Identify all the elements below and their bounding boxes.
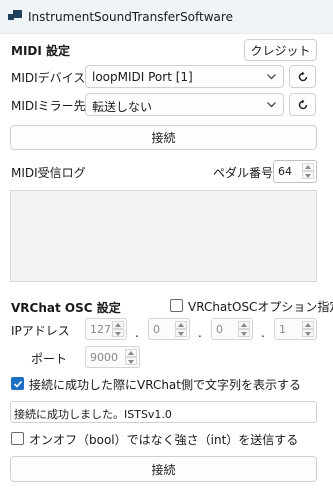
ip-octet-1-spinner[interactable] [112,321,124,337]
ip-octet-3-spinner[interactable] [238,321,250,337]
port-label: ポート [31,352,68,366]
stepper-up-button[interactable] [175,321,187,329]
osc-option-checkbox[interactable] [170,299,183,312]
osc-connect-button-label: 接続 [151,462,176,477]
midi-log-label: MIDI受信ログ [11,166,86,180]
title-bar: InstrumentSoundTransferSoftware [0,0,333,34]
midi-device-value: loopMIDI Port [1] [92,70,193,84]
ip-octet-4-stepper[interactable]: 1 [274,318,317,340]
osc-connect-button[interactable]: 接続 [10,456,317,482]
midi-settings-heading: MIDI 設定 [11,44,71,58]
ip-separator: . [198,326,202,340]
ip-octet-3-value: 0 [216,323,223,336]
stepper-up-button[interactable] [302,321,314,329]
pedal-number-stepper[interactable]: 64 [273,160,317,183]
stepper-down-button[interactable] [125,357,137,365]
ip-octet-2-spinner[interactable] [175,321,187,337]
osc-option-label: VRChatOSCオプション指定 [188,300,333,314]
show-text-label: 接続に成功した際にVRChat側で文字列を表示する [29,378,301,392]
show-text-checkbox[interactable] [11,377,24,390]
refresh-icon [298,99,308,110]
midi-connect-button[interactable]: 接続 [10,125,317,150]
checkmark-icon [13,380,23,388]
send-strength-checkbox[interactable] [11,432,24,445]
osc-settings-heading: VRChat OSC 設定 [11,301,121,315]
midi-connect-button-label: 接続 [151,131,176,145]
app-window-icon [8,10,22,24]
stepper-down-button[interactable] [112,329,124,337]
refresh-icon [298,71,308,82]
connect-message-value: 接続に成功しました。ISTSv1.0 [14,408,172,421]
ip-separator: . [135,326,139,340]
ip-octet-2-stepper[interactable]: 0 [148,318,190,340]
midi-mirror-select[interactable]: 転送しない [85,93,284,116]
pedal-number-value: 64 [278,165,292,178]
pedal-number-label: ペダル番号 [213,166,274,180]
pedal-number-spinner[interactable] [302,163,314,179]
port-stepper[interactable]: 9000 [85,346,140,368]
stepper-up-button[interactable] [238,321,250,329]
midi-log-area[interactable] [10,190,317,282]
midi-mirror-value: 転送しない [92,100,153,114]
credit-button-label: クレジット [250,43,311,58]
stepper-down-button[interactable] [302,329,314,337]
window-title: InstrumentSoundTransferSoftware [28,10,233,24]
send-strength-label: オンオフ（bool）ではなく強さ（int）を送信する [29,433,299,447]
ip-octet-4-spinner[interactable] [302,321,314,337]
connect-message-input[interactable]: 接続に成功しました。ISTSv1.0 [10,401,317,423]
ip-octet-1-stepper[interactable]: 127 [85,318,127,340]
stepper-up-button[interactable] [125,349,137,357]
credit-button[interactable]: クレジット [244,39,317,61]
midi-device-refresh-button[interactable] [289,65,316,88]
ip-octet-1-value: 127 [90,323,111,336]
midi-device-label: MIDIデバイス [11,71,86,85]
stepper-down-button[interactable] [175,329,187,337]
port-spinner[interactable] [125,349,137,365]
midi-mirror-refresh-button[interactable] [289,93,316,116]
stepper-up-button[interactable] [112,321,124,329]
ip-octet-2-value: 0 [153,323,160,336]
port-value: 9000 [90,351,118,364]
ip-address-label: IPアドレス [11,324,70,338]
stepper-up-button[interactable] [302,163,314,171]
ip-octet-4-value: 1 [279,323,286,336]
stepper-down-button[interactable] [238,329,250,337]
ip-separator: . [261,326,265,340]
midi-device-select[interactable]: loopMIDI Port [1] [85,65,284,88]
chevron-down-icon [267,74,276,80]
ip-octet-3-stepper[interactable]: 0 [211,318,253,340]
chevron-down-icon [267,102,276,108]
stepper-down-button[interactable] [302,171,314,179]
midi-mirror-label: MIDIミラー先 [11,99,86,113]
app-window: InstrumentSoundTransferSoftware MIDI 設定 … [0,0,333,492]
